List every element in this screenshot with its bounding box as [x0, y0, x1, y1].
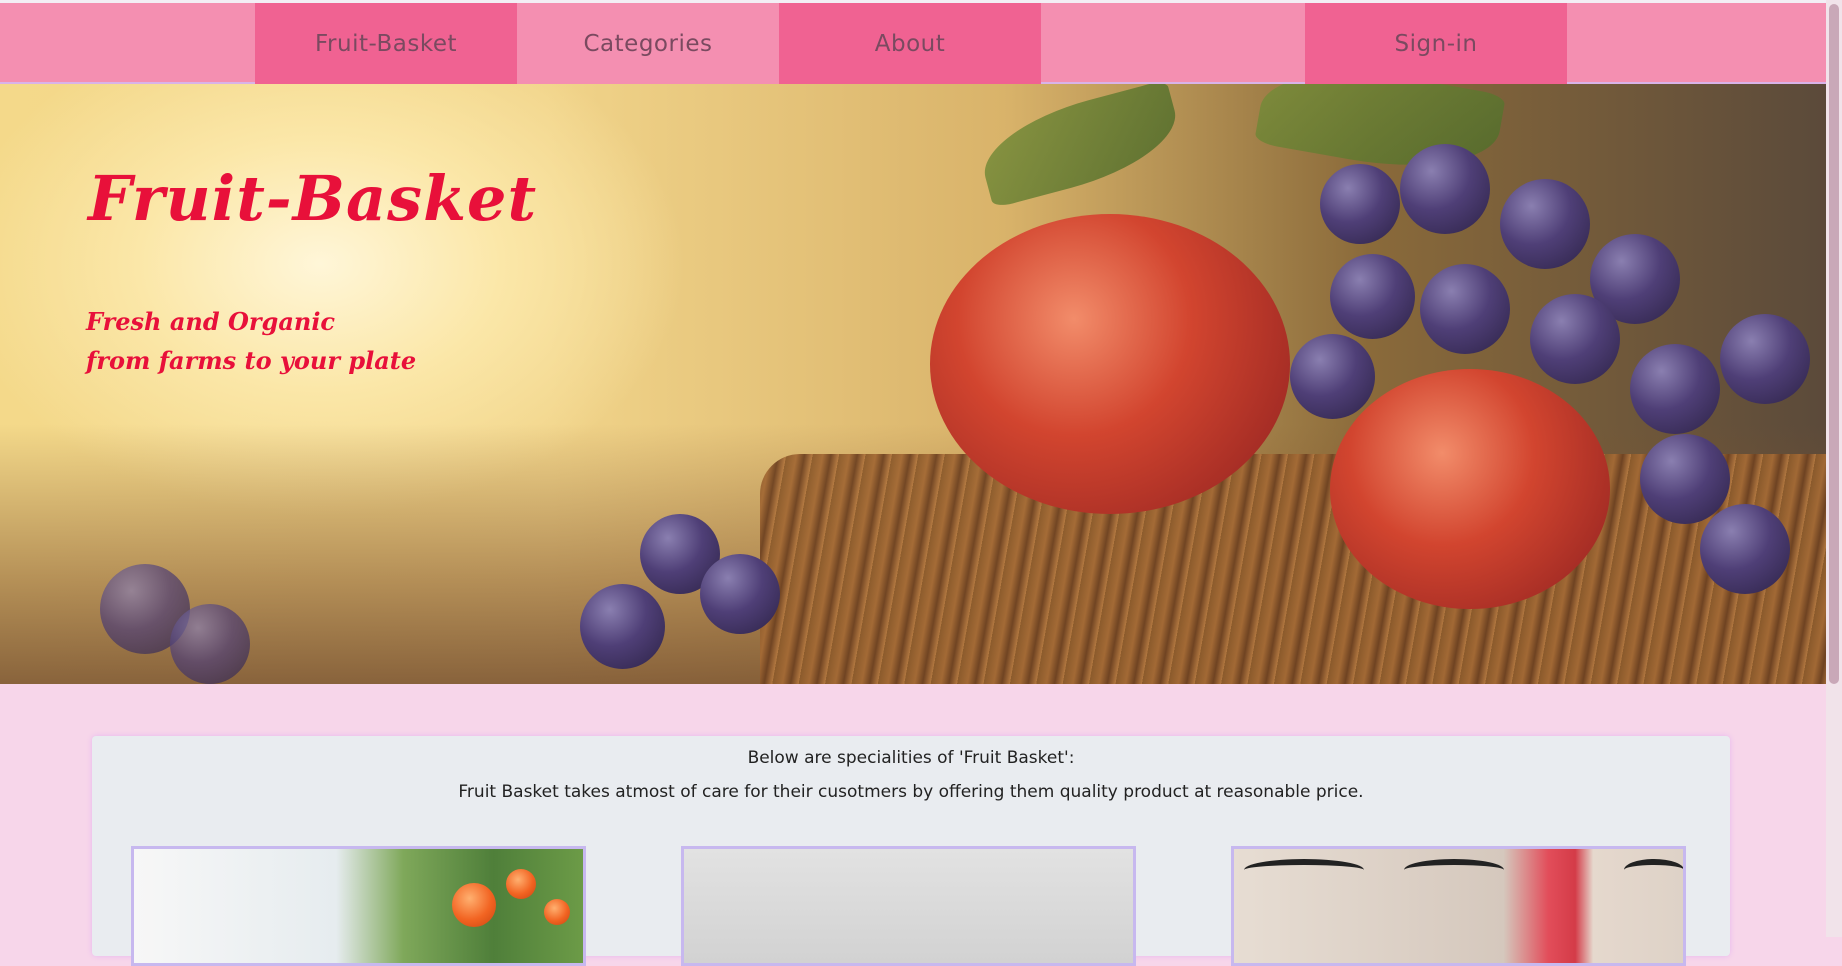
speciality-image-2[interactable]	[681, 846, 1136, 966]
hero-grape	[580, 584, 665, 669]
hero-subtitle-line-1: Fresh and Organic	[86, 307, 336, 336]
hero-grape	[1530, 294, 1620, 384]
hero-apple-image	[1330, 369, 1610, 609]
hero-grape	[170, 604, 250, 684]
hero-leaf	[973, 84, 1187, 209]
orange-fruit	[506, 869, 536, 899]
hero-grape	[1330, 254, 1415, 339]
hero-banner: Fruit-Basket Fresh and Organic from farm…	[0, 84, 1826, 684]
hero-title: Fruit-Basket	[88, 162, 538, 235]
page-scrollbar[interactable]	[1826, 0, 1842, 937]
hero-grape	[1500, 179, 1590, 269]
hero-apple-image	[930, 214, 1290, 514]
hero-grape	[700, 554, 780, 634]
top-nav: Fruit-Basket Categories About Sign-in	[0, 0, 1826, 84]
decor-swirl	[1244, 859, 1364, 881]
speciality-image-oranges[interactable]	[131, 846, 586, 966]
scrollbar-thumb[interactable]	[1829, 4, 1839, 684]
hero-grape	[1720, 314, 1810, 404]
hero-subtitle: Fresh and Organic from farms to your pla…	[86, 302, 416, 380]
hero-grape	[1290, 334, 1375, 419]
nav-categories[interactable]: Categories	[517, 3, 779, 84]
specialities-card: Below are specialities of 'Fruit Basket'…	[92, 736, 1730, 966]
hero-grape	[1700, 504, 1790, 594]
hero-grape	[1320, 164, 1400, 244]
orange-fruit	[452, 883, 496, 927]
decor-swirl	[1404, 859, 1504, 881]
speciality-photo	[684, 849, 1133, 963]
nav-fruit-basket[interactable]: Fruit-Basket	[255, 3, 517, 84]
oranges-photo	[134, 849, 583, 963]
specialities-heading: Below are specialities of 'Fruit Basket'…	[747, 748, 1075, 768]
decor-swirl	[1624, 859, 1683, 881]
hero-grape	[1420, 264, 1510, 354]
hero-grape	[1630, 344, 1720, 434]
nav-sign-in[interactable]: Sign-in	[1305, 3, 1567, 84]
nav-about[interactable]: About	[779, 3, 1041, 84]
specialities-description: Fruit Basket takes atmost of care for th…	[458, 782, 1364, 802]
hero-subtitle-line-2: from farms to your plate	[86, 346, 417, 375]
speciality-image-3[interactable]	[1231, 846, 1686, 966]
hero-grape	[1400, 144, 1490, 234]
orange-fruit	[544, 899, 570, 925]
hero-grape	[1640, 434, 1730, 524]
